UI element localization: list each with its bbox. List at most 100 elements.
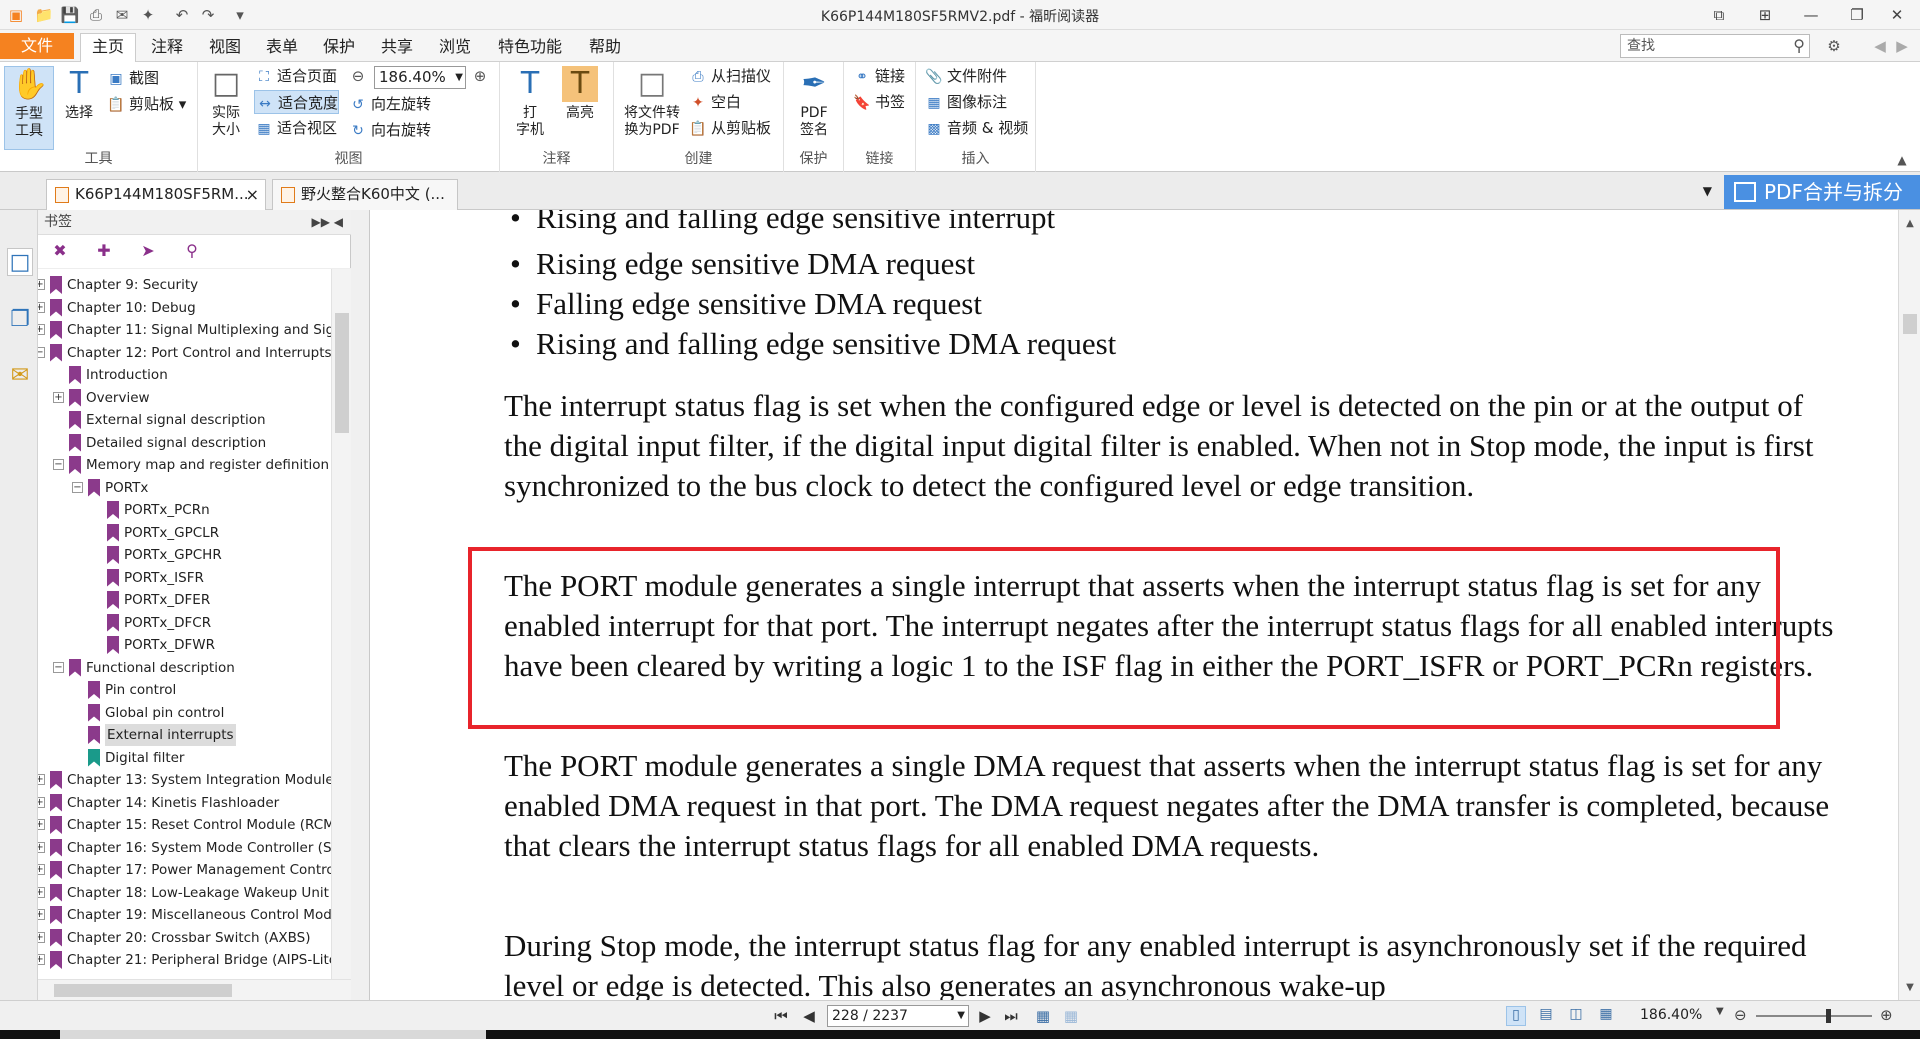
- bookmarks-panel-icon[interactable]: □: [7, 248, 33, 276]
- last-page-icon[interactable]: ⏭: [1000, 1005, 1022, 1027]
- next-page-icon[interactable]: ▶: [974, 1005, 996, 1027]
- tab-list-dropdown-icon[interactable]: ▼: [1703, 184, 1712, 198]
- bookmark-item[interactable]: Pin control: [38, 679, 331, 701]
- bookmark-item[interactable]: +Chapter 22: Memory Protection Unit (MF: [38, 972, 331, 975]
- facing-view-icon[interactable]: ◫: [1566, 1006, 1586, 1026]
- comments-panel-icon[interactable]: ✉: [7, 362, 33, 390]
- previous-view-icon[interactable]: ▦: [1032, 1005, 1054, 1027]
- rotate-left-button[interactable]: ↺ 向左旋转: [348, 92, 431, 116]
- link-button[interactable]: ⚭ 链接: [852, 64, 905, 88]
- scroll-thumb[interactable]: [1903, 314, 1917, 334]
- bookmark-item[interactable]: Digital filter: [38, 747, 331, 769]
- zoom-input[interactable]: 186.40% ▼: [374, 66, 466, 89]
- delete-bookmark-icon[interactable]: ✖: [50, 241, 70, 263]
- first-page-icon[interactable]: ⏮: [770, 1005, 792, 1027]
- scroll-down-icon[interactable]: ▼: [1899, 982, 1920, 993]
- panel-splitter[interactable]: [351, 210, 370, 1000]
- chevron-down-icon[interactable]: ▼: [455, 67, 463, 88]
- bookmark-item[interactable]: + Chapter 16: System Mode Controller (SM: [38, 837, 331, 859]
- expand-icon[interactable]: +: [38, 796, 45, 808]
- close-tab-icon[interactable]: ×: [246, 180, 259, 209]
- zoom-slider[interactable]: [1756, 1009, 1872, 1023]
- expand-icon[interactable]: +: [38, 324, 45, 335]
- pages-panel-icon[interactable]: ❐: [7, 306, 33, 334]
- fit-width-button[interactable]: ↔ 适合宽度: [254, 90, 340, 114]
- bookmark-item[interactable]: PORTx_ISFR: [38, 567, 331, 589]
- expand-icon[interactable]: +: [38, 841, 45, 853]
- bookmark-item[interactable]: External signal description: [38, 409, 331, 431]
- bookmark-item[interactable]: PORTx_GPCLR: [38, 522, 331, 544]
- expand-icon[interactable]: +: [38, 931, 45, 943]
- search-icon[interactable]: ⚲: [1793, 35, 1805, 57]
- bookmark-item[interactable]: − PORTx: [38, 477, 331, 499]
- bookmark-item[interactable]: + Chapter 10: Debug: [38, 297, 331, 319]
- expand-icon[interactable]: +: [38, 819, 45, 830]
- zoom-slider-knob[interactable]: [1826, 1009, 1831, 1023]
- audio-video-button[interactable]: ▩ 音频 & 视频: [924, 116, 1028, 140]
- bookmark-item[interactable]: − Functional description: [38, 657, 331, 679]
- typewriter-button[interactable]: T 打 字机: [508, 66, 552, 139]
- menu-file[interactable]: 文件: [0, 33, 74, 59]
- menu-tab-help[interactable]: 帮助: [580, 36, 630, 62]
- collapse-icon[interactable]: −: [72, 481, 83, 493]
- close-button[interactable]: ✕: [1874, 0, 1920, 30]
- page-number-input[interactable]: 228 / 2237 ▼: [827, 1005, 969, 1027]
- screenshot-button[interactable]: ▣ 截图: [106, 66, 159, 90]
- bookmark-item[interactable]: + Chapter 18: Low-Leakage Wakeup Unit (: [38, 882, 331, 904]
- zoom-in-icon[interactable]: ⊕: [1880, 1006, 1893, 1024]
- move-bookmark-icon[interactable]: ➤: [138, 241, 158, 263]
- pdf-merge-split-button[interactable]: PDF合并与拆分: [1724, 175, 1920, 209]
- bookmark-item[interactable]: PORTx_DFWR: [38, 634, 331, 656]
- clipboard-button[interactable]: 📋 剪贴板 ▾: [106, 92, 186, 116]
- rotate-right-button[interactable]: ↻ 向右旋转: [348, 118, 431, 142]
- image-annotation-button[interactable]: ▦ 图像标注: [924, 90, 1007, 114]
- menu-tab-share[interactable]: 共享: [372, 36, 422, 62]
- bookmark-item[interactable]: PORTx_GPCHR: [38, 544, 331, 566]
- blank-button[interactable]: ✦ 空白: [688, 90, 741, 114]
- select-tool-button[interactable]: T 选择: [58, 66, 100, 122]
- settings-icon[interactable]: ⚙: [1824, 36, 1844, 56]
- doc-tab-2[interactable]: 野火整合K60中文 (...: [272, 179, 458, 210]
- continuous-facing-view-icon[interactable]: ▦: [1596, 1006, 1616, 1026]
- collapse-icon[interactable]: −: [53, 459, 64, 470]
- menu-tab-home[interactable]: 主页: [80, 33, 136, 63]
- expand-icon[interactable]: +: [38, 954, 45, 965]
- panel-controls-icon[interactable]: ▶▶ ◀: [312, 210, 344, 235]
- file-attachment-button[interactable]: 📎 文件附件: [924, 64, 1007, 88]
- bookmark-item[interactable]: + Chapter 13: System Integration Module (: [38, 769, 331, 791]
- bookmark-item[interactable]: PORTx_DFCR: [38, 612, 331, 634]
- find-bookmark-icon[interactable]: ⚲: [182, 241, 202, 263]
- bookmark-item[interactable]: Global pin control: [38, 702, 331, 724]
- search-input[interactable]: 查找 ⚲: [1620, 34, 1810, 58]
- expand-icon[interactable]: +: [38, 886, 45, 898]
- single-page-view-icon[interactable]: ▯: [1506, 1006, 1526, 1026]
- bookmark-item[interactable]: + Chapter 11: Signal Multiplexing and Sig…: [38, 319, 331, 341]
- expand-icon[interactable]: +: [38, 864, 45, 875]
- menu-tab-view[interactable]: 视图: [200, 36, 250, 62]
- bookmark-item[interactable]: + Overview: [38, 387, 331, 409]
- from-clipboard-button[interactable]: 📋 从剪贴板: [688, 116, 771, 140]
- hand-tool-button[interactable]: ✋ 手型 工具: [4, 66, 54, 150]
- collapse-icon[interactable]: −: [38, 346, 45, 358]
- bookmark-item[interactable]: − Chapter 12: Port Control and Interrupts: [38, 342, 331, 364]
- nav-forward-icon[interactable]: ▶: [1892, 36, 1912, 56]
- next-view-icon[interactable]: ▦: [1060, 1005, 1082, 1027]
- bookmark-horizontal-scrollbar[interactable]: [38, 979, 351, 1000]
- taskbar-item[interactable]: [60, 1030, 486, 1039]
- scroll-thumb[interactable]: [335, 313, 349, 433]
- bookmark-item[interactable]: − Memory map and register definition: [38, 454, 331, 476]
- zoom-level-label[interactable]: 186.40%: [1640, 1007, 1702, 1023]
- actual-size-button[interactable]: □ 实际 大小: [206, 66, 246, 139]
- bookmark-item[interactable]: + Chapter 15: Reset Control Module (RCM): [38, 814, 331, 836]
- highlight-button[interactable]: T 高亮: [558, 66, 602, 122]
- restore-icon[interactable]: ⧉: [1696, 0, 1742, 30]
- collapse-ribbon-icon[interactable]: ▲: [1892, 150, 1912, 170]
- expand-icon[interactable]: +: [38, 279, 45, 290]
- menu-tab-features[interactable]: 特色功能: [488, 36, 572, 62]
- menu-tab-comment[interactable]: 注释: [142, 36, 192, 62]
- from-scanner-button[interactable]: ⎙ 从扫描仪: [688, 64, 771, 88]
- minimize-button[interactable]: —: [1788, 0, 1834, 30]
- layout-icon[interactable]: ⊞: [1742, 0, 1788, 30]
- expand-icon[interactable]: +: [38, 774, 45, 785]
- bookmark-vertical-scrollbar[interactable]: [331, 269, 351, 979]
